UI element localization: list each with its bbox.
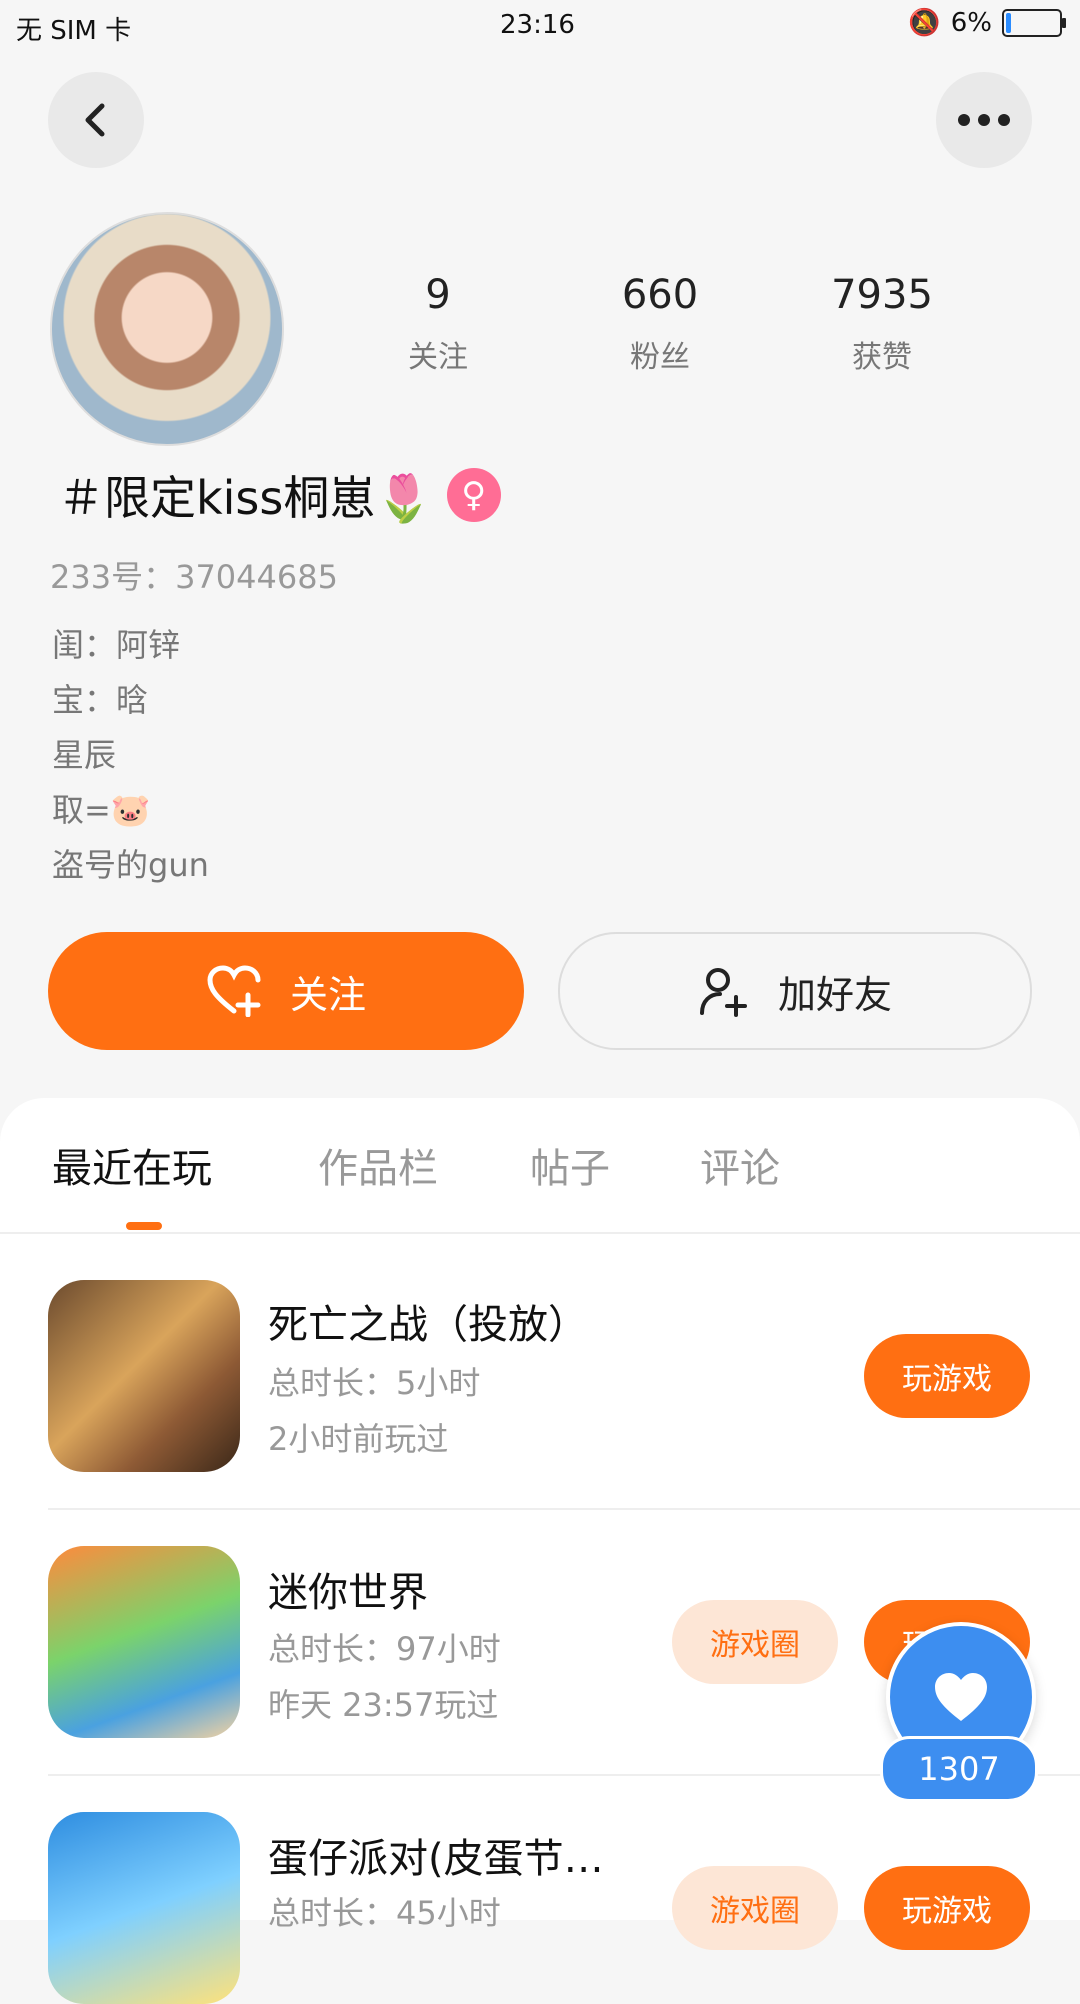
carrier-text: 无 SIM 卡 [16,16,132,46]
user-id: 233号：37044685 [50,558,338,596]
status-icons: 🔕 6% [908,8,1066,38]
stat-likes-value: 7935 [831,272,933,318]
game-title[interactable]: 蛋仔派对(皮蛋节… [268,1826,604,1884]
bio-line: 闺：阿锌 [52,626,181,664]
game-last-played: 昨天 23:57玩过 [268,1686,499,1724]
game-duration: 总时长：5小时 [268,1364,481,1402]
game-icon[interactable] [48,1812,240,2004]
stat-following-label: 关注 [408,340,468,375]
game-duration: 总时长：45小时 [268,1894,501,1932]
more-button[interactable] [936,72,1032,168]
avatar[interactable] [50,212,284,446]
stat-following[interactable]: 9 关注 [348,272,528,376]
profile-name: ＃限定kiss桐崽🌷 [58,471,433,525]
game-circle-button[interactable]: 游戏圈 [672,1600,838,1684]
female-gender-icon: ♀ [446,468,501,522]
play-game-button[interactable]: 玩游戏 [864,1866,1030,1950]
stat-fans[interactable]: 660 粉丝 [570,272,750,376]
stat-following-value: 9 [425,272,451,318]
heart-icon [935,1673,987,1721]
more-dots-icon [958,114,1010,126]
tab-works[interactable]: 作品栏 [318,1136,438,1194]
bio-line: 盗号的gun [52,846,209,884]
battery-icon [1002,9,1066,37]
follow-button[interactable]: 关注 [48,932,524,1050]
stat-fans-value: 660 [621,272,699,318]
tab-comments[interactable]: 评论 [700,1136,780,1194]
play-game-button[interactable]: 玩游戏 [864,1334,1030,1418]
game-title[interactable]: 迷你世界 [268,1560,428,1618]
game-circle-button[interactable]: 游戏圈 [672,1866,838,1950]
clock: 23:16 [500,10,575,40]
active-tab-indicator [126,1222,162,1230]
add-friend-button[interactable]: 加好友 [558,932,1032,1050]
add-friend-label: 加好友 [777,972,892,1017]
add-user-icon [699,968,747,1017]
tab-posts[interactable]: 帖子 [530,1136,610,1194]
game-icon[interactable] [48,1280,240,1472]
stat-fans-label: 粉丝 [630,340,690,375]
bio-line: 星辰 [52,736,117,774]
divider [0,1232,1080,1234]
chevron-left-icon [85,103,105,137]
divider [48,1508,1080,1510]
game-duration: 总时长：97小时 [268,1630,501,1668]
bio-line: 取=🐷 [52,791,151,829]
back-button[interactable] [48,72,144,168]
stat-likes-label: 获赞 [852,340,912,375]
like-count: 1307 [880,1736,1038,1802]
game-icon[interactable] [48,1546,240,1738]
bio-line: 宝：晗 [52,681,149,719]
game-last-played: 2小时前玩过 [268,1420,449,1458]
battery-percent: 6% [950,8,992,38]
follow-label: 关注 [289,972,366,1017]
status-bar: 无 SIM 卡 23:16 🔕 6% [0,0,1080,52]
tab-recent-play[interactable]: 最近在玩 [52,1136,212,1194]
stat-likes[interactable]: 7935 获赞 [792,272,972,376]
bell-muted-icon: 🔕 [908,8,941,38]
game-title[interactable]: 死亡之战（投放） [268,1292,588,1350]
heart-plus-icon [207,965,261,1017]
profile-name-row: ＃限定kiss桐崽🌷 ♀ [58,462,501,528]
